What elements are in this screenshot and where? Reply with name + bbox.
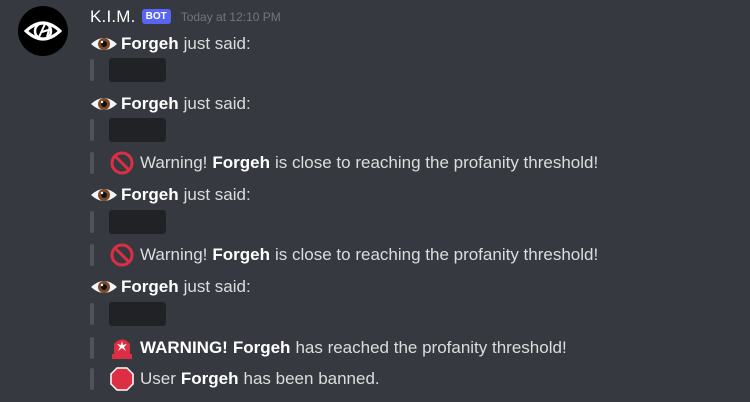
quote-bar <box>90 152 94 174</box>
warning-label: Warning! <box>140 245 208 264</box>
quote-bar <box>90 244 94 266</box>
bot-badge: BOT <box>141 8 171 24</box>
message-text: just said: <box>183 34 251 53</box>
username-mention: Forgeh <box>180 369 239 388</box>
quote-bar <box>90 119 94 141</box>
message-text: just said: <box>183 94 251 113</box>
username-mention: Forgeh <box>121 34 179 53</box>
warning-label: Warning! <box>140 153 208 172</box>
spoiler-block[interactable] <box>109 302 166 326</box>
warning-text: is close to reaching the profanity thres… <box>275 153 599 172</box>
message-timestamp: Today at 12:10 PM <box>180 10 281 24</box>
spoiler-block[interactable] <box>109 58 166 82</box>
message-line: Forgeh just said: <box>90 275 251 299</box>
username-mention: Forgeh <box>212 245 271 264</box>
message-line: Forgeh just said: <box>90 92 251 116</box>
message-text: just said: <box>183 185 251 204</box>
stop-sign-icon <box>110 367 134 391</box>
warning-label: WARNING! <box>140 338 228 357</box>
message-text: just said: <box>183 277 251 296</box>
quote-bar <box>90 59 94 81</box>
eye-icon <box>91 98 117 110</box>
ban-user-word: User <box>140 369 176 388</box>
quote-bar <box>90 368 94 390</box>
bot-username[interactable]: K.I.M. <box>90 7 136 27</box>
quote-bar <box>90 211 94 233</box>
eye-icon <box>91 189 117 201</box>
no-entry-sign-icon <box>110 151 134 175</box>
quote-bar <box>90 303 94 325</box>
rotating-light-icon <box>112 339 132 359</box>
bot-avatar[interactable] <box>18 6 68 56</box>
username-mention: Forgeh <box>232 338 291 357</box>
spoiler-block[interactable] <box>109 118 166 142</box>
message-header: K.I.M. BOT Today at 12:10 PM <box>90 6 281 28</box>
message-line: Forgeh just said: <box>90 183 251 207</box>
no-entry-sign-icon <box>110 243 134 267</box>
ban-text: has been banned. <box>243 369 380 388</box>
eye-icon <box>91 38 117 50</box>
username-mention: Forgeh <box>121 185 179 204</box>
username-mention: Forgeh <box>121 277 179 296</box>
warning-text: has reached the profanity threshold! <box>295 338 567 357</box>
quote-bar <box>90 337 94 359</box>
username-mention: Forgeh <box>121 94 179 113</box>
username-mention: Forgeh <box>212 153 271 172</box>
message-line: Forgeh just said: <box>90 32 251 56</box>
warning-text: is close to reaching the profanity thres… <box>275 245 599 264</box>
eye-icon <box>91 281 117 293</box>
spoiler-block[interactable] <box>109 210 166 234</box>
